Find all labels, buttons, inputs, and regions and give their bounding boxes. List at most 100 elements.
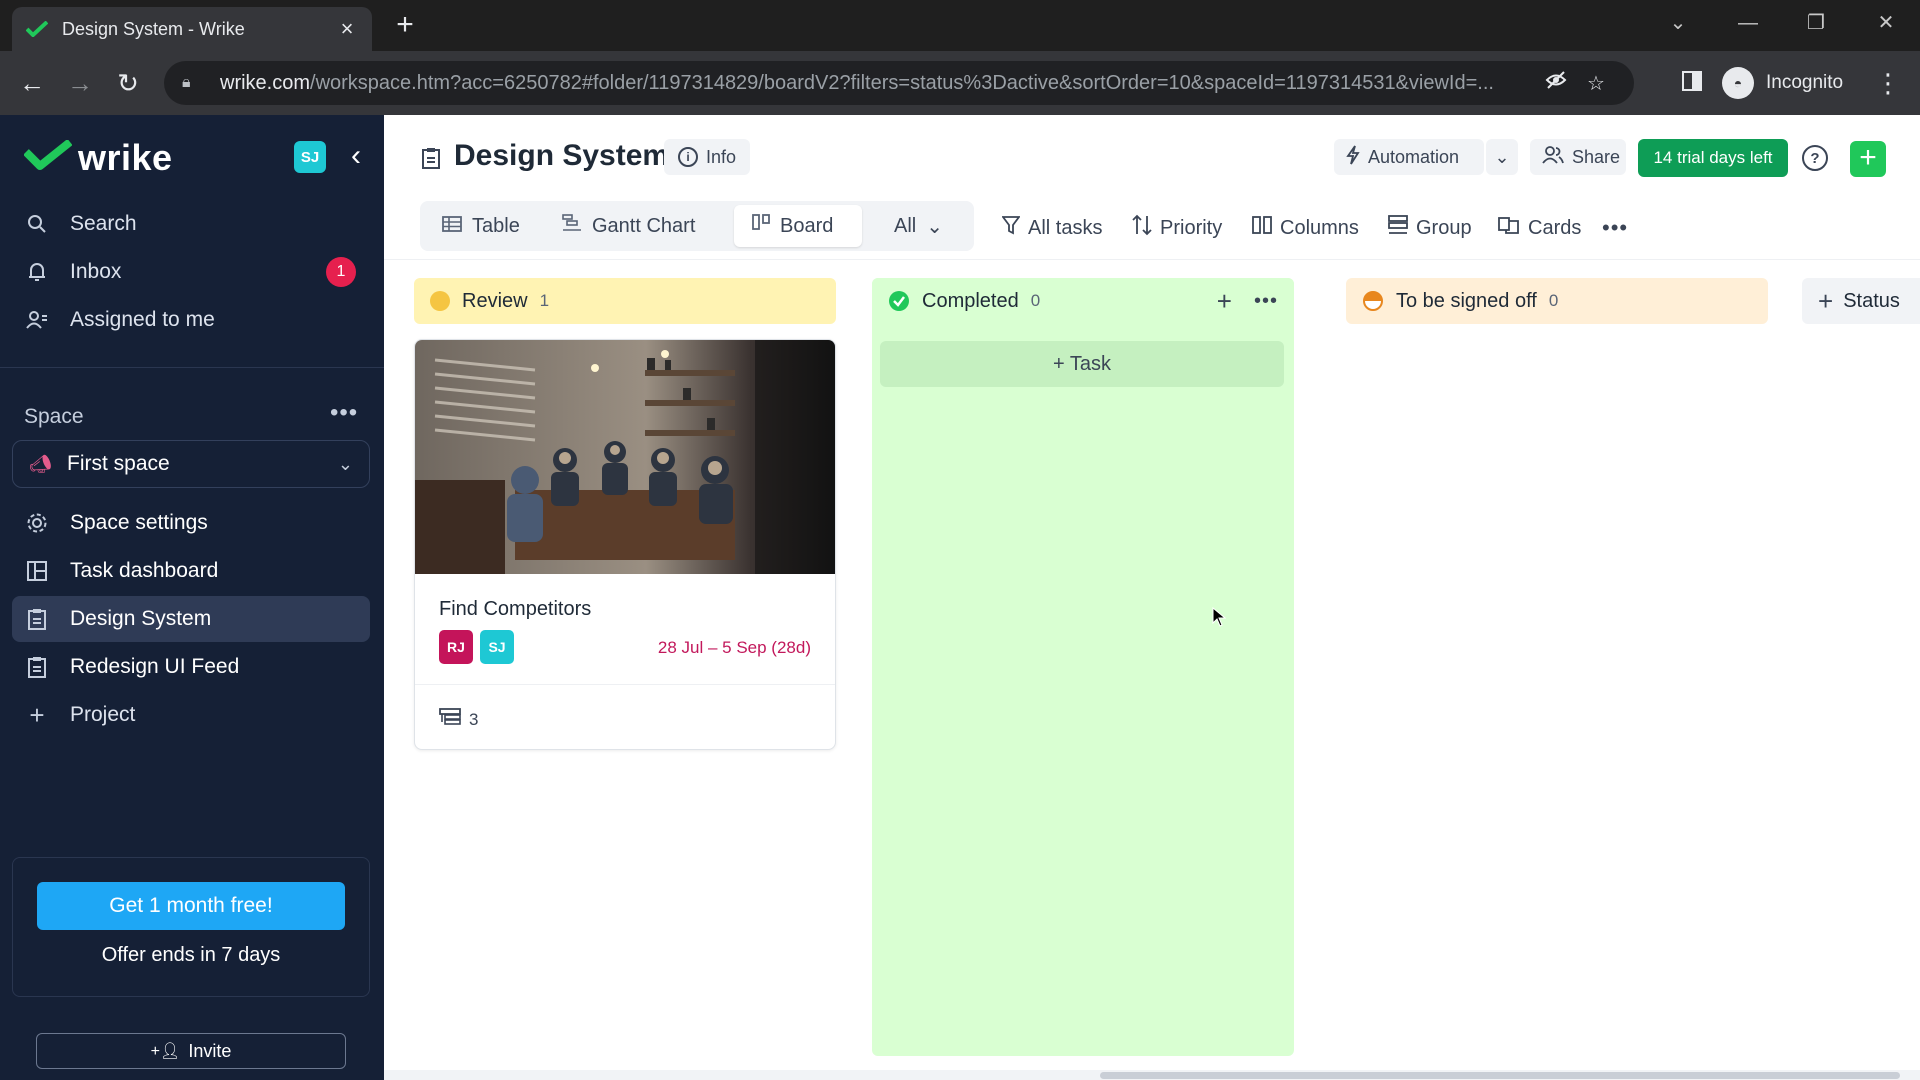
users-icon [1542, 145, 1564, 169]
column-header-to-be-signed-off[interactable]: To be signed off 0 [1346, 278, 1768, 324]
back-icon[interactable]: ← [14, 65, 50, 101]
task-title[interactable]: Find Competitors [439, 598, 591, 621]
space-selector[interactable]: 📣︎ First space ⌄ [12, 440, 370, 488]
get-month-free-button[interactable]: Get 1 month free! [37, 882, 345, 930]
task-dates[interactable]: 28 Jul – 5 Sep (28d) [658, 638, 811, 658]
all-tasks-label: All tasks [1028, 216, 1103, 239]
view-filter-dropdown[interactable]: All ⌄ [876, 205, 961, 247]
invite-button[interactable]: +👤︎ Invite [36, 1033, 346, 1069]
collapse-sidebar-icon[interactable]: ‹ [344, 139, 368, 175]
tab-label: Table [472, 214, 520, 237]
sidebar-item-assigned-to-me[interactable]: Assigned to me [12, 297, 370, 343]
subtask-count[interactable]: 3 [439, 708, 478, 731]
assignee-avatar-rj[interactable]: RJ [439, 630, 473, 664]
close-tab-icon[interactable]: × [336, 16, 358, 42]
tab-gantt-chart[interactable]: Gantt Chart [544, 205, 713, 247]
sidebar-item-design-system[interactable]: Design System [12, 596, 370, 642]
column-count: 0 [1030, 291, 1041, 310]
scrollbar-thumb[interactable] [1100, 1072, 1900, 1079]
sidebar-item-search[interactable]: Search [12, 201, 370, 247]
side-panel-icon[interactable] [1674, 65, 1710, 101]
add-new-button[interactable]: + [1850, 141, 1886, 177]
cards-label: Cards [1528, 216, 1582, 239]
add-task-button[interactable]: + Task [880, 341, 1284, 387]
chevron-down-icon: ⌄ [337, 453, 353, 474]
status-half-orange-icon [1362, 290, 1384, 312]
lightning-icon [1346, 144, 1360, 170]
sidebar-item-task-dashboard[interactable]: Task dashboard [12, 548, 370, 594]
project-icon [24, 606, 50, 632]
trial-promo: Get 1 month free! Offer ends in 7 days [12, 857, 370, 997]
tab-table[interactable]: Table [424, 205, 538, 247]
plus-icon: + [1818, 285, 1834, 316]
browser-tab[interactable]: Design System - Wrike × [12, 7, 372, 51]
cards-setting[interactable]: Cards [1498, 211, 1581, 245]
sidebar-item-label: Redesign UI Feed [70, 655, 240, 678]
column-header-review[interactable]: Review 1 [414, 278, 836, 324]
subtasks-icon [439, 708, 461, 731]
view-filter-label: All [894, 214, 917, 237]
eye-off-icon[interactable] [1536, 70, 1576, 96]
add-status-button[interactable]: + Status [1802, 278, 1920, 324]
url-text: wrike.com/workspace.htm?acc=6250782#fold… [220, 72, 1536, 95]
add-status-label: Status [1843, 289, 1900, 312]
close-window-icon[interactable]: ✕ [1866, 8, 1906, 38]
user-avatar[interactable]: SJ [294, 141, 326, 173]
add-task-icon[interactable]: + [1217, 286, 1232, 317]
completed-lane [872, 278, 1294, 1056]
space-more-icon[interactable]: ••• [330, 399, 358, 427]
column-header-completed[interactable]: Completed 0 + ••• [872, 278, 1294, 324]
filter-icon [1001, 215, 1021, 241]
sidebar-item-space-settings[interactable]: Space settings [12, 500, 370, 546]
help-icon[interactable]: ? [1802, 145, 1828, 171]
wrike-logo[interactable]: wrike [23, 137, 173, 179]
tab-label: Board [780, 214, 834, 237]
sidebar-item-add-project[interactable]: + Project [12, 692, 370, 738]
automation-button[interactable]: Automation [1334, 139, 1484, 175]
check-circle-icon [888, 290, 910, 312]
sidebar-divider [0, 367, 384, 368]
columns-setting[interactable]: Columns [1252, 211, 1359, 245]
lock-icon: 🔒︎ [182, 74, 191, 91]
tab-label: Gantt Chart [592, 214, 696, 237]
reload-icon[interactable]: ↻ [110, 65, 146, 101]
bookmark-star-icon[interactable]: ☆ [1576, 71, 1616, 96]
share-button[interactable]: Share [1530, 139, 1626, 175]
more-options-icon[interactable]: ••• [1602, 211, 1628, 245]
card-cover-image [415, 340, 835, 574]
tab-search-icon[interactable]: ⌄ [1658, 8, 1698, 38]
tab-title: Design System - Wrike [62, 18, 245, 39]
plus-icon: + [29, 699, 45, 730]
address-bar[interactable]: 🔒︎ wrike.com/workspace.htm?acc=6250782#f… [164, 61, 1634, 105]
wrike-favicon-icon [26, 18, 48, 40]
sidebar-item-redesign-ui-feed[interactable]: Redesign UI Feed [12, 644, 370, 690]
incognito-indicator[interactable]: ◓ Incognito [1722, 61, 1843, 105]
automation-dropdown[interactable]: ⌄ [1486, 139, 1518, 175]
column-more-icon[interactable]: ••• [1254, 290, 1278, 313]
info-button[interactable]: i Info [664, 139, 751, 175]
trial-days-button[interactable]: 14 trial days left [1638, 139, 1788, 177]
project-icon [422, 147, 440, 175]
restore-icon[interactable]: ❐ [1796, 8, 1836, 38]
group-label: Group [1416, 216, 1472, 239]
sidebar-item-label: Task dashboard [70, 559, 219, 582]
forward-icon[interactable]: → [62, 65, 98, 101]
all-tasks-filter[interactable]: All tasks [1001, 211, 1103, 245]
sidebar-item-label: Space settings [70, 511, 208, 534]
task-card[interactable]: Find Competitors RJ SJ 28 Jul – 5 Sep (2… [414, 339, 836, 750]
sidebar: wrike SJ ‹ Search Inbox 1 Assigned to me… [0, 115, 384, 1080]
tab-board[interactable]: Board [734, 205, 862, 247]
space-label: Space [24, 405, 84, 428]
info-icon: i [678, 147, 698, 167]
incognito-icon: ◓ [1722, 67, 1754, 99]
minimize-icon[interactable]: — [1728, 8, 1768, 38]
main-content: Design System i Info Automation ⌄ Share … [384, 115, 1920, 1080]
priority-sort[interactable]: Priority [1132, 211, 1222, 245]
assignee-avatar-sj[interactable]: SJ [480, 630, 514, 664]
horizontal-scrollbar[interactable] [384, 1070, 1920, 1080]
browser-menu-icon[interactable]: ⋮ [1870, 65, 1906, 101]
page-title[interactable]: Design System [454, 139, 669, 173]
new-tab-button[interactable]: + [390, 10, 420, 40]
sidebar-item-inbox[interactable]: Inbox 1 [12, 249, 370, 295]
group-setting[interactable]: Group [1388, 211, 1472, 245]
